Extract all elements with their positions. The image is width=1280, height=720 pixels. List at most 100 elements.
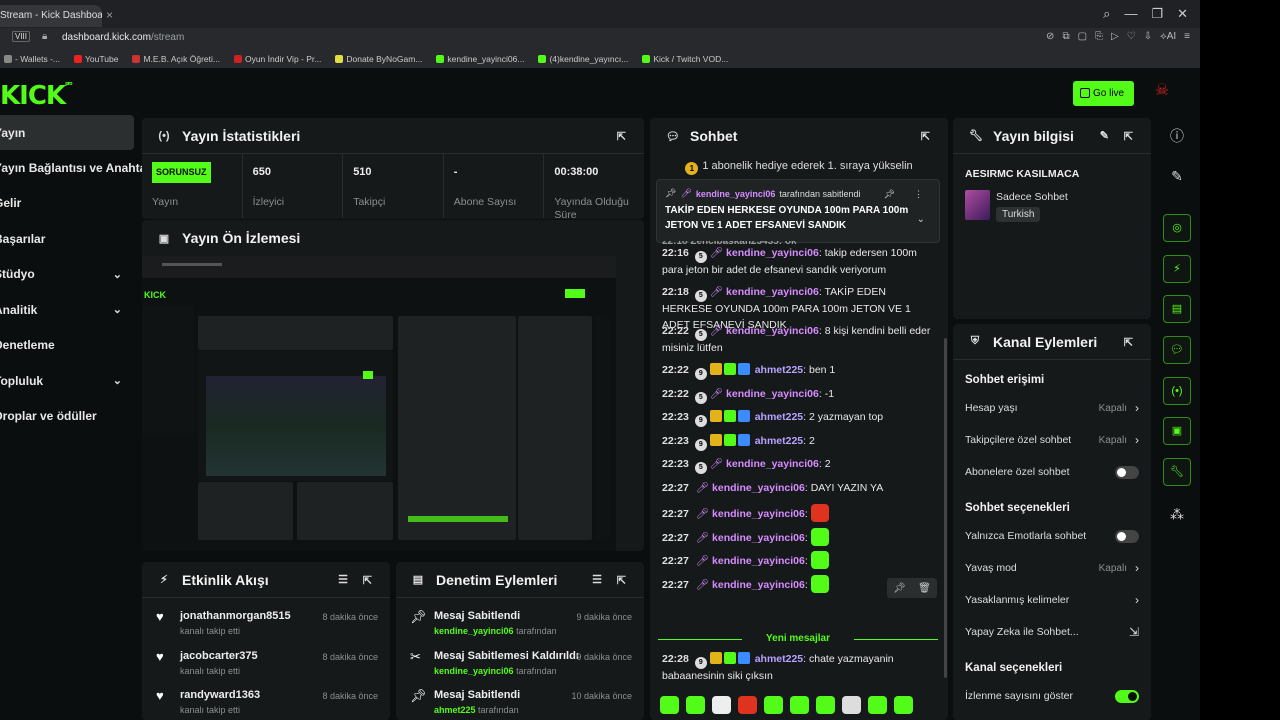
bookmark-item[interactable]: - Wallets -... [4,54,60,64]
emote[interactable] [790,696,809,714]
extension-icon[interactable]: ⊘ [1046,31,1054,42]
moderation-user[interactable]: kendine_yayinci06 [434,666,514,676]
sidebar-item[interactable]: Yayın Bağlantısı ve Anahtarı [0,150,154,186]
moderation-user[interactable]: ahmet225 [434,705,476,715]
extension-icon[interactable]: ⧉ [1062,31,1069,42]
chat-icon[interactable]: 💬︎ [1163,336,1191,364]
apps-icon[interactable]: ⁂ [1163,501,1191,529]
action-option[interactable]: Yasaklanmış kelimeler › [953,584,1151,616]
more-icon[interactable]: ⋮ [914,189,923,200]
sidebar-item[interactable]: Gelir [0,186,134,222]
popout-icon[interactable]: ⇱ [363,574,372,587]
emote[interactable] [842,696,861,714]
chat-message[interactable]: 22:23 5 🎤︎ kendine_yayinci06: 2 [650,457,948,474]
message-user[interactable]: ahmet225 [755,435,803,447]
message-user[interactable]: kendine_yayinci06 [712,532,805,544]
action-option[interactable]: Yavaş mod Kapalı › [953,552,1151,584]
message-user[interactable]: kendine_yayinci06 [726,325,819,337]
emote[interactable] [816,696,835,714]
stream-preview-video[interactable]: KICK [142,256,616,551]
avatar[interactable]: ☠ [1150,80,1174,106]
chat-message[interactable]: 22:27 🎤︎ kendine_yayinci06: [650,504,948,523]
sidebar-item[interactable]: Yayın [0,115,134,150]
message-user[interactable]: kendine_yayinci06 [726,458,819,470]
chevron-down-icon[interactable]: ⌄ [917,214,925,225]
wrench-icon[interactable]: 🔧︎ [1163,458,1191,486]
message-user[interactable]: ahmet225 [755,364,803,376]
toggle[interactable] [1115,690,1139,703]
event-row[interactable]: ♥ jacobcarter375 kanalı takip etti 8 dakika… [142,638,390,678]
extension-icon[interactable]: ▢ [1078,31,1087,42]
bolt-icon[interactable]: ⚡︎ [1163,255,1191,283]
message-user[interactable]: kendine_yayinci06 [712,579,805,591]
chat-message[interactable]: 22:23 9 ahmet225: 2 yazmayan top [650,410,948,427]
edit-icon[interactable]: ✎ [1100,129,1109,142]
moderation-user[interactable]: kendine_yayinci06 [434,626,514,636]
download-icon[interactable]: ⇩ [1144,31,1152,42]
emote[interactable] [810,574,829,593]
broadcast-icon[interactable]: (•) [1163,377,1191,405]
message-user[interactable]: kendine_yayinci06 [712,555,805,567]
unpin-icon[interactable]: 📌︎ [884,189,895,200]
kick-logo[interactable]: KICKpro [0,81,73,111]
action-option[interactable]: Takipçilere özel sohbet Kapalı › [953,424,1151,456]
action-option[interactable]: Yalnızca Emotlarla sohbet [953,520,1151,552]
sidebar-item[interactable]: Droplar ve ödüller [0,399,134,435]
new-tab-icon[interactable]: × [106,8,113,22]
emote[interactable] [810,527,829,546]
emote[interactable] [894,696,913,714]
ai-icon[interactable]: ⟡AI [1160,31,1176,42]
chat-scrollbar[interactable] [944,338,947,678]
sidebar-item[interactable]: Analitik ⌄ [0,292,134,328]
sidebar-item[interactable]: Denetleme [0,328,134,364]
menu-icon[interactable]: ≡ [1184,31,1190,42]
pinned-message[interactable]: 📌︎ 🎤︎ kendine_yayinci06 tarafından sabit… [656,179,940,243]
trash-icon[interactable]: 🗑︎ [918,583,931,594]
go-live-button[interactable]: Go live [1073,81,1134,106]
chat-message[interactable]: 22:28 9 ahmet225: chate yazmayanin babaa… [650,652,948,685]
clipboard-icon[interactable]: ▤ [1163,295,1191,323]
message-user[interactable]: kendine_yayinci06 [726,247,819,259]
message-user[interactable]: ahmet225 [755,411,803,423]
pinned-user[interactable]: kendine_yayinci06 [696,189,776,199]
moderation-row[interactable]: 📌︎ Mesaj Sabitlendi kendine_yayinci06 tara… [396,598,644,638]
sidebar-item[interactable]: Başarılar [0,221,134,257]
search-icon[interactable]: ⌕ [1103,6,1110,22]
chat-message[interactable]: 22:27 🎤︎ kendine_yayinci06: [650,551,948,570]
bookmark-item[interactable]: Oyun İndir Vip - Pr... [233,54,321,64]
action-option[interactable]: Hesap yaşı Kapalı › [953,392,1151,424]
preview-icon[interactable]: ▣ [1163,417,1191,445]
moderation-row[interactable]: 📌︎ Mesaj Sabitlendi ahmet225 tarafından 10 … [396,677,644,717]
gift-sub-banner[interactable]: 11 abonelik hediye ederek 1. sıraya yüks… [660,154,938,175]
chat-message[interactable]: 22:27 🎤︎ kendine_yayinci06: [650,527,948,547]
address-bar[interactable]: VIII 🔒︎ dashboard.kick.com/stream ⊘ ⧉ ▢ … [0,28,1200,50]
sidebar-item[interactable]: Topluluk ⌄ [0,363,134,399]
emote[interactable] [810,504,829,522]
emote[interactable] [868,696,887,714]
moderation-row[interactable]: ✂ Mesaj Sabitlemesi Kaldırıldı kendine_yay… [396,638,644,678]
chat-message[interactable]: 22:22 5 🎤︎ kendine_yayinci06: -1 [650,387,948,404]
bookmark-item[interactable]: YouTube [74,54,118,64]
new-messages-divider[interactable]: Yeni mesajlar [658,633,938,645]
popout-icon[interactable]: ⇱ [617,130,626,143]
action-option[interactable]: İzlenme sayısını göster [953,680,1151,712]
toggle[interactable] [1115,466,1139,479]
message-user[interactable]: kendine_yayinci06 [712,482,805,494]
minimize-icon[interactable]: — [1124,6,1137,22]
popout-icon[interactable]: ⇱ [617,574,626,587]
toggle[interactable] [1115,530,1139,543]
event-row[interactable]: ♥ randyward1363 kanalı takip etti 8 dakika … [142,677,390,717]
screenshot-icon[interactable]: ⎘ [1095,31,1103,42]
popout-icon[interactable]: ⇱ [1124,130,1133,143]
emote[interactable] [712,696,731,714]
heart-icon[interactable]: ♡ [1127,31,1136,42]
emote[interactable] [810,551,829,569]
emote[interactable] [660,696,679,714]
event-row[interactable]: ♥ jonathanmorgan8515 kanalı takip etti 8 da… [142,598,390,638]
filter-icon[interactable]: ☰ [338,573,348,586]
target-icon[interactable]: ◎ [1163,214,1191,242]
action-option[interactable]: Abonelere özel sohbet [953,456,1151,488]
message-user[interactable]: ahmet225 [755,653,803,665]
edit-icon[interactable]: ✎ [1163,163,1191,191]
bookmark-item[interactable]: kendine_yayinci06... [436,54,524,64]
